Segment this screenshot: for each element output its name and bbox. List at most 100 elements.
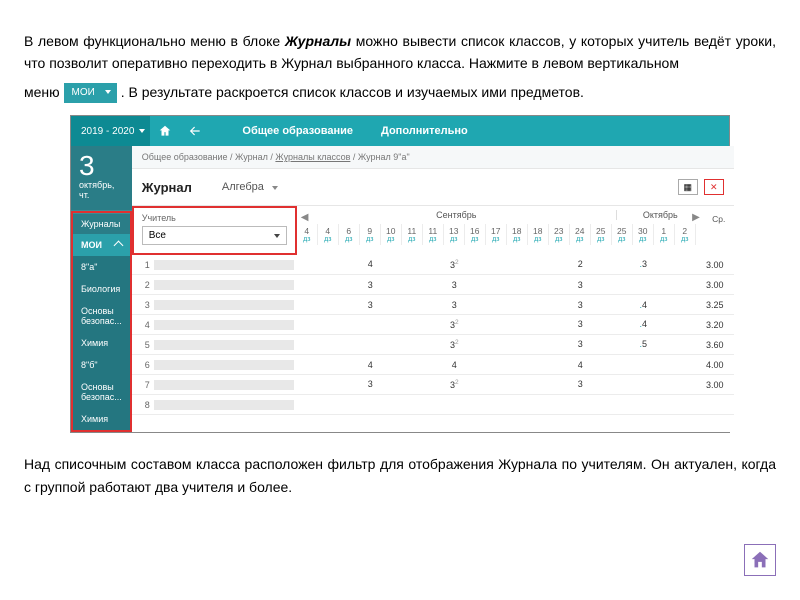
grade-cell[interactable] [402, 319, 423, 330]
grade-cell[interactable] [633, 360, 654, 370]
grade-cell[interactable] [675, 339, 696, 350]
grade-cell[interactable]: 3 [444, 300, 465, 310]
home-nav-icon[interactable] [744, 544, 776, 576]
grade-cell[interactable] [423, 339, 444, 350]
grade-cell[interactable] [465, 360, 486, 370]
grade-cell[interactable] [528, 319, 549, 330]
grade-cell[interactable] [528, 360, 549, 370]
grade-cell[interactable] [402, 300, 423, 310]
grade-cell[interactable]: 3 [570, 379, 591, 390]
grade-cell[interactable] [381, 379, 402, 390]
grade-cell[interactable] [339, 360, 360, 370]
grade-cell[interactable] [528, 259, 549, 270]
grade-cell[interactable] [507, 360, 528, 370]
grade-cell[interactable] [339, 339, 360, 350]
grade-cell[interactable] [612, 379, 633, 390]
grade-cell[interactable] [675, 280, 696, 290]
grade-cell[interactable] [381, 319, 402, 330]
grade-cell[interactable] [318, 280, 339, 290]
grade-cell[interactable] [318, 360, 339, 370]
grade-cell[interactable] [591, 360, 612, 370]
scroll-right-icon[interactable]: ▶ [692, 212, 700, 223]
grade-cell[interactable] [486, 280, 507, 290]
grade-cell[interactable] [528, 339, 549, 350]
grade-cell[interactable] [297, 339, 318, 350]
grade-cell[interactable] [297, 300, 318, 310]
grade-cell[interactable] [654, 259, 675, 270]
grade-cell[interactable] [339, 379, 360, 390]
grade-cell[interactable] [402, 339, 423, 350]
grade-cell[interactable] [465, 259, 486, 270]
grade-cell[interactable] [486, 300, 507, 310]
grade-cell[interactable] [318, 319, 339, 330]
grade-cell[interactable] [612, 360, 633, 370]
home-icon[interactable] [150, 116, 180, 146]
grade-cell[interactable] [297, 379, 318, 390]
grade-cell[interactable] [591, 339, 612, 350]
grade-cell[interactable]: 32 [444, 379, 465, 390]
topnav-general-edu[interactable]: Общее образование [228, 116, 367, 146]
sidebar-item-chemistry2[interactable]: Химия [73, 408, 130, 430]
grade-cell[interactable] [591, 300, 612, 310]
grade-cell[interactable] [360, 319, 381, 330]
grade-cell[interactable] [339, 280, 360, 290]
sidebar-item-biology[interactable]: Биология [73, 278, 130, 300]
grade-cell[interactable] [549, 280, 570, 290]
grade-cell[interactable] [528, 300, 549, 310]
grade-cell[interactable] [318, 300, 339, 310]
grade-cell[interactable] [654, 379, 675, 390]
grade-cell[interactable]: .3 [633, 259, 654, 270]
grade-cell[interactable] [507, 280, 528, 290]
grade-cell[interactable] [402, 360, 423, 370]
grade-cell[interactable]: 3 [570, 300, 591, 310]
teacher-filter-select[interactable]: Все [142, 226, 287, 245]
grade-cell[interactable] [633, 280, 654, 290]
grade-cell[interactable] [507, 259, 528, 270]
grade-cell[interactable] [402, 280, 423, 290]
grade-cell[interactable] [675, 319, 696, 330]
sidebar-item-safety[interactable]: Основы безопас... [73, 300, 130, 332]
grade-cell[interactable] [423, 319, 444, 330]
grade-cell[interactable]: 3 [360, 300, 381, 310]
grade-cell[interactable] [423, 379, 444, 390]
grade-cell[interactable]: 3 [570, 339, 591, 350]
grade-cell[interactable] [507, 319, 528, 330]
grade-cell[interactable]: 3 [360, 379, 381, 390]
grade-cell[interactable] [549, 319, 570, 330]
grade-cell[interactable] [612, 339, 633, 350]
grade-cell[interactable] [339, 259, 360, 270]
grade-cell[interactable] [297, 259, 318, 270]
topnav-additional[interactable]: Дополнительно [367, 116, 482, 146]
grade-cell[interactable] [654, 319, 675, 330]
grade-cell[interactable] [486, 339, 507, 350]
grade-cell[interactable] [591, 259, 612, 270]
grade-cell[interactable] [633, 379, 654, 390]
year-selector[interactable]: 2019 - 2020 [71, 116, 150, 146]
grade-cell[interactable] [318, 379, 339, 390]
sidebar-item-chemistry[interactable]: Химия [73, 332, 130, 354]
grade-cell[interactable] [675, 360, 696, 370]
grade-cell[interactable]: 3 [444, 280, 465, 290]
grade-cell[interactable] [528, 379, 549, 390]
grade-cell[interactable] [591, 379, 612, 390]
grade-cell[interactable]: 3 [570, 319, 591, 330]
grade-cell[interactable] [381, 360, 402, 370]
grade-cell[interactable]: 4 [444, 360, 465, 370]
grade-cell[interactable] [675, 259, 696, 270]
grade-cell[interactable] [381, 339, 402, 350]
grade-cell[interactable]: 4 [360, 259, 381, 270]
grade-cell[interactable]: 2 [570, 259, 591, 270]
grade-cell[interactable] [339, 300, 360, 310]
grade-cell[interactable]: .5 [633, 339, 654, 350]
grade-cell[interactable] [486, 360, 507, 370]
grade-cell[interactable] [402, 259, 423, 270]
grade-cell[interactable]: 32 [444, 259, 465, 270]
grade-cell[interactable] [507, 379, 528, 390]
grade-cell[interactable]: .4 [633, 319, 654, 330]
sidebar-item-moi[interactable]: МОИ [73, 234, 130, 256]
grade-cell[interactable] [654, 360, 675, 370]
grade-cell[interactable] [318, 259, 339, 270]
grade-cell[interactable] [465, 339, 486, 350]
grade-cell[interactable] [507, 339, 528, 350]
grade-cell[interactable] [465, 280, 486, 290]
